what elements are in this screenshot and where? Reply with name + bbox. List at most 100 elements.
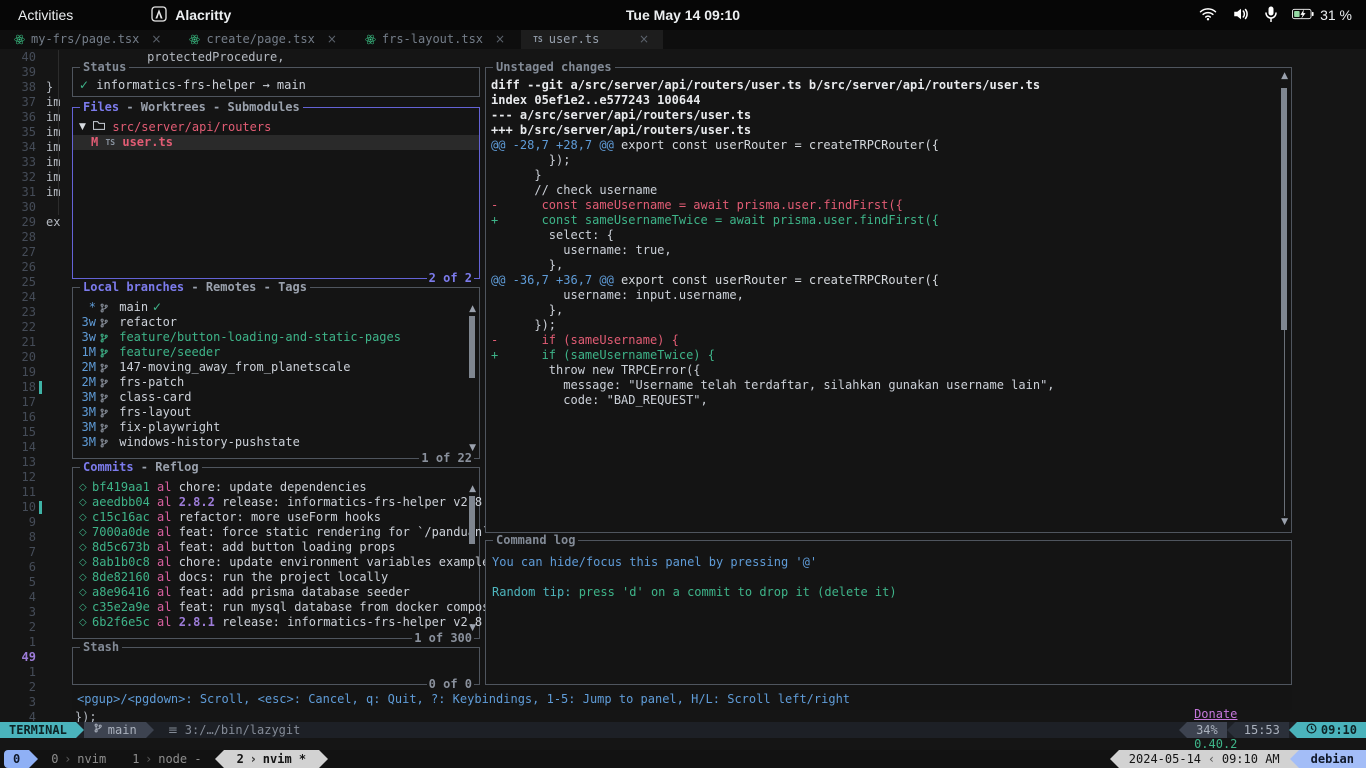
tab-label: user.ts (549, 32, 600, 47)
system-status-area[interactable]: 31 % (1199, 6, 1352, 25)
status-panel-title: Status (83, 60, 126, 74)
line-number: 8 (12, 530, 36, 545)
file-row-selected[interactable]: M TS user.ts (73, 135, 479, 150)
commits-count: 1 of 300 (412, 631, 474, 646)
line-number: 1 (12, 665, 36, 680)
branch-row[interactable]: 3M class-card (73, 390, 479, 405)
folder-row[interactable]: ▼ src/server/api/routers (73, 120, 479, 135)
commit-icon: ◇ (79, 480, 92, 495)
diff-scrollbar-track (1284, 330, 1285, 516)
commit-row[interactable]: ◇c35e2a9e al feat: run mysql database fr… (73, 600, 479, 615)
commit-message: release: informatics-frs-helper v2.8. (222, 615, 489, 630)
scroll-up-icon[interactable]: ▲ (469, 305, 476, 314)
commits-scrollbar-thumb[interactable] (469, 496, 475, 544)
commit-message: chore: update environment variables exam… (179, 555, 490, 570)
commit-row[interactable]: ◇aeedbb04 al 2.8.2 release: informatics-… (73, 495, 479, 510)
scroll-up-icon[interactable]: ▲ (469, 485, 476, 494)
recency-label: 3M (79, 420, 96, 435)
commit-icon: ◇ (79, 615, 92, 630)
panel-branches[interactable]: Local branches - Remotes - Tags * main ✓… (72, 287, 480, 459)
tmux-window-1[interactable]: 1›node - (119, 750, 214, 768)
close-icon[interactable]: × (495, 32, 505, 47)
diff-deleted-line: - if (sameUsername) { (491, 333, 1055, 348)
line-number: 26 (12, 260, 36, 275)
branch-row[interactable]: 1M feature/seeder (73, 345, 479, 360)
branch-row[interactable]: 2M frs-patch (73, 375, 479, 390)
commit-row[interactable]: ◇8ab1b0c8 al chore: update environment v… (73, 555, 479, 570)
branch-row[interactable]: 3M frs-layout (73, 405, 479, 420)
statusline-branch: main (84, 722, 146, 738)
panel-command-log[interactable]: Command log You can hide/focus this pane… (485, 540, 1292, 685)
branch-name: frs-layout (112, 405, 191, 420)
commit-row[interactable]: ◇c15c16ac al refactor: more useForm hook… (73, 510, 479, 525)
diff-context-line: }); (491, 318, 1055, 333)
panel-status[interactable]: Status ✓ informatics-frs-helper → main (72, 67, 480, 97)
branch-row[interactable]: 3M fix-playwright (73, 420, 479, 435)
commit-row[interactable]: ◇7000a0de al feat: force static renderin… (73, 525, 479, 540)
diff-hunk-header: @@ -36,7 +36,7 @@ export const userRoute… (491, 273, 1055, 288)
scroll-down-icon[interactable]: ▼ (1281, 518, 1288, 527)
diff-added-line: + const sameUsernameTwice = await prisma… (491, 213, 1055, 228)
stash-panel-title: Stash (83, 640, 119, 654)
random-tip-text: press 'd' on a commit to drop it (delete… (571, 585, 896, 599)
branch-row[interactable]: 2M 147-moving_away_from_planetscale (73, 360, 479, 375)
sign-column (36, 140, 46, 155)
panel-unstaged-changes[interactable]: Unstaged changes diff --git a/src/server… (485, 67, 1292, 533)
tab-create/page.tsx[interactable]: create/page.tsx× (177, 30, 350, 49)
branch-row[interactable]: 3M windows-history-pushstate (73, 435, 479, 450)
angle-separator: › (65, 752, 70, 767)
branch-row[interactable]: 3w feature/button-loading-and-static-pag… (73, 330, 479, 345)
recency-label: 3M (79, 405, 96, 420)
lazygit-window: Status ✓ informatics-frs-helper → main F… (72, 65, 1292, 710)
commit-icon: ◇ (79, 540, 92, 555)
branch-row[interactable]: 3w refactor (73, 315, 479, 330)
panel-commits[interactable]: Commits - Reflog ◇bf419aa1 al chore: upd… (72, 467, 480, 639)
branch-icon (96, 422, 112, 434)
tmux-session-badge[interactable]: 0 (4, 750, 29, 768)
sign-column (36, 230, 46, 245)
panel-stash[interactable]: Stash 0 of 0 (72, 647, 480, 685)
cursor-location: 15:53 (1235, 722, 1289, 738)
sign-column (36, 620, 46, 635)
commit-icon: ◇ (79, 570, 92, 585)
diff-file-header: index 05ef1e2..e577243 100644 (491, 93, 1055, 108)
clock-menu[interactable]: Tue May 14 09:10 (0, 8, 1366, 23)
recency-label: 3w (79, 330, 96, 345)
close-icon[interactable]: × (327, 32, 337, 47)
commit-row[interactable]: ◇bf419aa1 al chore: update dependencies (73, 480, 479, 495)
tab-my-frs/page.tsx[interactable]: my-frs/page.tsx× (2, 30, 175, 49)
donate-link[interactable]: Donate (1194, 707, 1237, 721)
scroll-progress: 34% (1187, 722, 1227, 738)
sign-column (36, 515, 46, 530)
tab-frs-layout.tsx[interactable]: frs-layout.tsx× (353, 30, 519, 49)
panel-files[interactable]: Files - Worktrees - Submodules ▼ src/ser… (72, 107, 480, 279)
line-number: 36 (12, 110, 36, 125)
commit-hash: bf419aa1 (92, 480, 150, 495)
commit-hash: a8e96416 (92, 585, 150, 600)
diff-file-header: --- a/src/server/api/routers/user.ts (491, 108, 1055, 123)
close-icon[interactable]: × (151, 32, 161, 47)
tmux-window-0[interactable]: 0›nvim (38, 750, 119, 768)
commit-icon: ◇ (79, 600, 92, 615)
tab-user.ts[interactable]: TSuser.ts× (521, 30, 663, 49)
commit-author: al (150, 540, 179, 555)
buffer-line: 40 protectedProcedure, (0, 50, 1366, 65)
branch-icon (96, 302, 112, 314)
branches-scrollbar-thumb[interactable] (469, 316, 475, 378)
line-number: 38 (12, 80, 36, 95)
diff-scrollbar-thumb[interactable] (1281, 88, 1287, 330)
branch-icon (96, 377, 112, 389)
close-icon[interactable]: × (639, 32, 649, 47)
chevron-down-icon: ▼ (79, 120, 86, 135)
tmux-window-2[interactable]: 2›nvim * (224, 750, 320, 768)
commit-row[interactable]: ◇6b2f6e5c al 2.8.1 release: informatics-… (73, 615, 479, 630)
diff-deleted-line: - const sameUsername = await prisma.user… (491, 198, 1055, 213)
commit-author: al (150, 585, 179, 600)
gitsign-change (36, 380, 46, 395)
hunk-context: export const userRouter = createTRPCRout… (614, 138, 939, 152)
commit-row[interactable]: ◇a8e96416 al feat: add prisma database s… (73, 585, 479, 600)
branch-row[interactable]: * main ✓ (73, 300, 479, 315)
scroll-up-icon[interactable]: ▲ (1281, 72, 1288, 81)
commit-row[interactable]: ◇8de82160 al docs: run the project local… (73, 570, 479, 585)
commit-row[interactable]: ◇8d5c673b al feat: add button loading pr… (73, 540, 479, 555)
